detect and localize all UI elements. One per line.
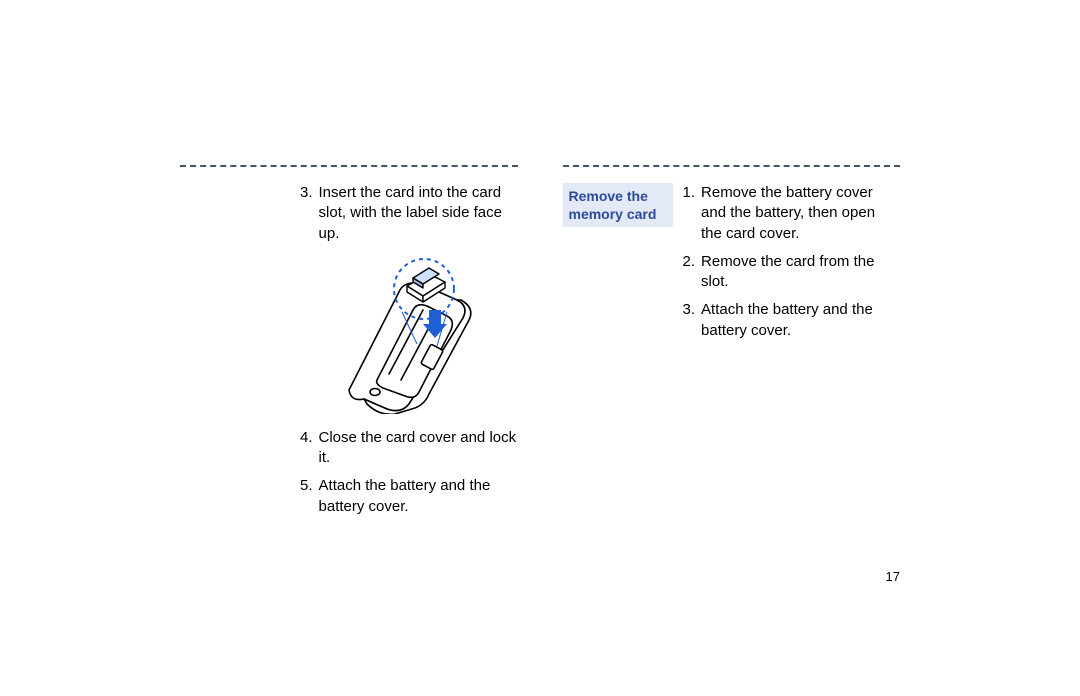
step-text: Attach the battery and the battery cover… xyxy=(319,476,518,517)
phone-svg xyxy=(329,254,489,414)
remove-step-1: 1. Remove the battery cover and the batt… xyxy=(683,183,901,244)
step-text: Attach the battery and the battery cover… xyxy=(701,300,900,341)
columns-wrap: 3. Insert the card into the card slot, w… xyxy=(180,165,900,525)
page-number: 17 xyxy=(886,569,900,584)
dashed-rule-left xyxy=(180,165,518,167)
remove-step-2: 2. Remove the card from the slot. xyxy=(683,252,901,293)
left-column: 3. Insert the card into the card slot, w… xyxy=(180,165,518,525)
step-number: 4. xyxy=(300,428,313,469)
step-number: 5. xyxy=(300,476,313,517)
phone-illustration xyxy=(300,254,518,414)
heading-line-1: Remove the xyxy=(569,187,667,205)
remove-step-3: 3. Attach the battery and the battery co… xyxy=(683,300,901,341)
step-number: 1. xyxy=(683,183,696,244)
right-content: Remove the memory card 1. Remove the bat… xyxy=(563,183,901,349)
section-heading: Remove the memory card xyxy=(563,183,673,227)
heading-line-2: memory card xyxy=(569,205,667,223)
right-steps: 1. Remove the battery cover and the batt… xyxy=(683,183,901,349)
step-4: 4. Close the card cover and lock it. xyxy=(300,428,518,469)
step-3: 3. Insert the card into the card slot, w… xyxy=(300,183,518,244)
right-column: Remove the memory card 1. Remove the bat… xyxy=(563,165,901,525)
step-text: Insert the card into the card slot, with… xyxy=(319,183,518,244)
step-text: Remove the card from the slot. xyxy=(701,252,900,293)
left-content: 3. Insert the card into the card slot, w… xyxy=(180,183,518,517)
step-5: 5. Attach the battery and the battery co… xyxy=(300,476,518,517)
step-number: 2. xyxy=(683,252,696,293)
step-text: Remove the battery cover and the battery… xyxy=(701,183,900,244)
dashed-rule-right xyxy=(563,165,901,167)
step-number: 3. xyxy=(683,300,696,341)
manual-page: 3. Insert the card into the card slot, w… xyxy=(0,0,1080,696)
step-number: 3. xyxy=(300,183,313,244)
step-text: Close the card cover and lock it. xyxy=(319,428,518,469)
